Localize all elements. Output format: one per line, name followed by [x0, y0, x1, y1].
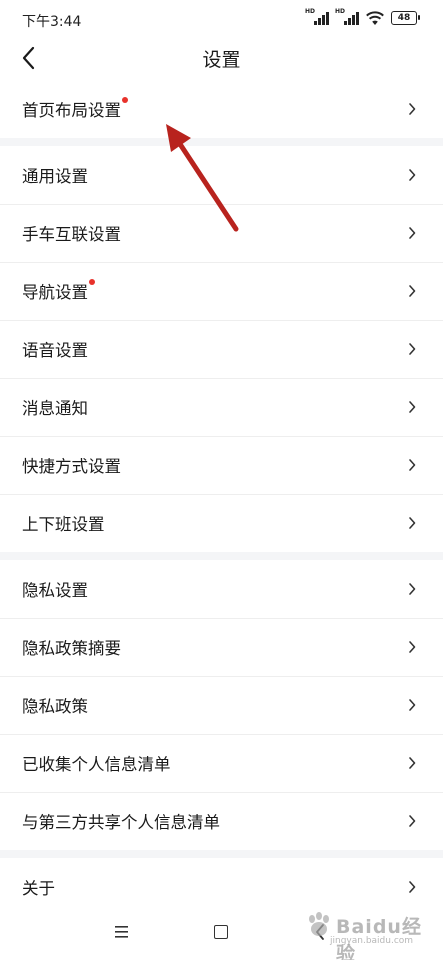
chevron-right-icon	[409, 757, 416, 769]
battery-icon: 48	[391, 11, 420, 25]
chevron-right-icon	[409, 169, 416, 181]
battery-level: 48	[397, 13, 411, 23]
signal-icon-2: HD	[335, 8, 359, 26]
settings-row-label: 消息通知	[22, 399, 88, 418]
settings-row-label: 与第三方共享个人信息清单	[22, 813, 220, 832]
settings-row[interactable]: 导航设置	[0, 262, 443, 320]
settings-row-label: 快捷方式设置	[22, 457, 121, 476]
baidu-jingyan-watermark: Baidu经验 jingyan.baidu.com	[300, 900, 440, 960]
status-icons: HD HD 48	[305, 8, 420, 26]
chevron-right-icon	[409, 641, 416, 653]
settings-row-label: 手车互联设置	[22, 225, 121, 244]
settings-row[interactable]: 通用设置	[0, 146, 443, 204]
settings-row[interactable]: 上下班设置	[0, 494, 443, 552]
watermark-url: jingyan.baidu.com	[330, 936, 414, 946]
signal-hd-label-2: HD	[335, 8, 346, 15]
menu-icon[interactable]	[114, 925, 130, 939]
settings-row-label: 隐私政策	[22, 697, 88, 716]
settings-group: 通用设置手车互联设置 导航设置语音设置消息通知快捷方式设置 上下班设置	[0, 146, 443, 552]
settings-row[interactable]: 已收集个人信息清单	[0, 734, 443, 792]
settings-row-label: 已收集个人信息清单	[22, 755, 171, 774]
settings-row[interactable]: 与第三方共享个人信息清单	[0, 792, 443, 850]
wifi-icon	[366, 11, 384, 25]
home-square-icon[interactable]	[214, 925, 228, 939]
settings-row-label: 上下班设置	[22, 515, 105, 534]
settings-list: 首页布局设置 通用设置手车互联设置 导航设置语音设置消息通知快捷方式设置 上下班设置隐…	[0, 80, 443, 916]
settings-row[interactable]: 快捷方式设置	[0, 436, 443, 494]
settings-row-label: 语音设置	[22, 341, 88, 360]
header: 设置	[0, 36, 443, 80]
chevron-right-icon	[409, 517, 416, 529]
page-title: 设置	[202, 49, 241, 71]
status-time: 下午3:44	[22, 14, 82, 30]
settings-row-label: 通用设置	[22, 167, 88, 186]
red-dot-badge	[122, 97, 128, 103]
chevron-right-icon	[409, 815, 416, 827]
chevron-right-icon	[409, 583, 416, 595]
settings-group: 隐私设置隐私政策摘要 隐私政策已收集个人信息清单与第三方共享个人信息清单	[0, 560, 443, 850]
chevron-right-icon	[409, 401, 416, 413]
chevron-right-icon	[409, 343, 416, 355]
settings-row-label: 隐私设置	[22, 581, 88, 600]
settings-group: 首页布局设置	[0, 80, 443, 138]
red-dot-badge	[89, 279, 95, 285]
settings-row[interactable]: 隐私设置	[0, 560, 443, 618]
chevron-right-icon	[409, 103, 416, 115]
signal-icon-1: HD	[305, 8, 329, 26]
settings-row-label: 首页布局设置	[22, 101, 121, 120]
chevron-right-icon	[409, 459, 416, 471]
chevron-right-icon	[409, 881, 416, 893]
settings-row-label: 关于	[22, 879, 55, 898]
chevron-right-icon	[409, 227, 416, 239]
settings-row-label: 隐私政策摘要	[22, 639, 121, 658]
status-bar: 下午3:44 HD HD 48	[0, 0, 443, 36]
chevron-right-icon	[409, 285, 416, 297]
settings-row-label: 导航设置	[22, 283, 88, 302]
settings-row[interactable]: 隐私政策摘要	[0, 618, 443, 676]
settings-row[interactable]: 消息通知	[0, 378, 443, 436]
chevron-right-icon	[409, 699, 416, 711]
settings-row[interactable]: 手车互联设置	[0, 204, 443, 262]
settings-row[interactable]: 语音设置	[0, 320, 443, 378]
settings-row[interactable]: 首页布局设置	[0, 80, 443, 138]
settings-row[interactable]: 隐私政策	[0, 676, 443, 734]
signal-hd-label-1: HD	[305, 8, 316, 15]
